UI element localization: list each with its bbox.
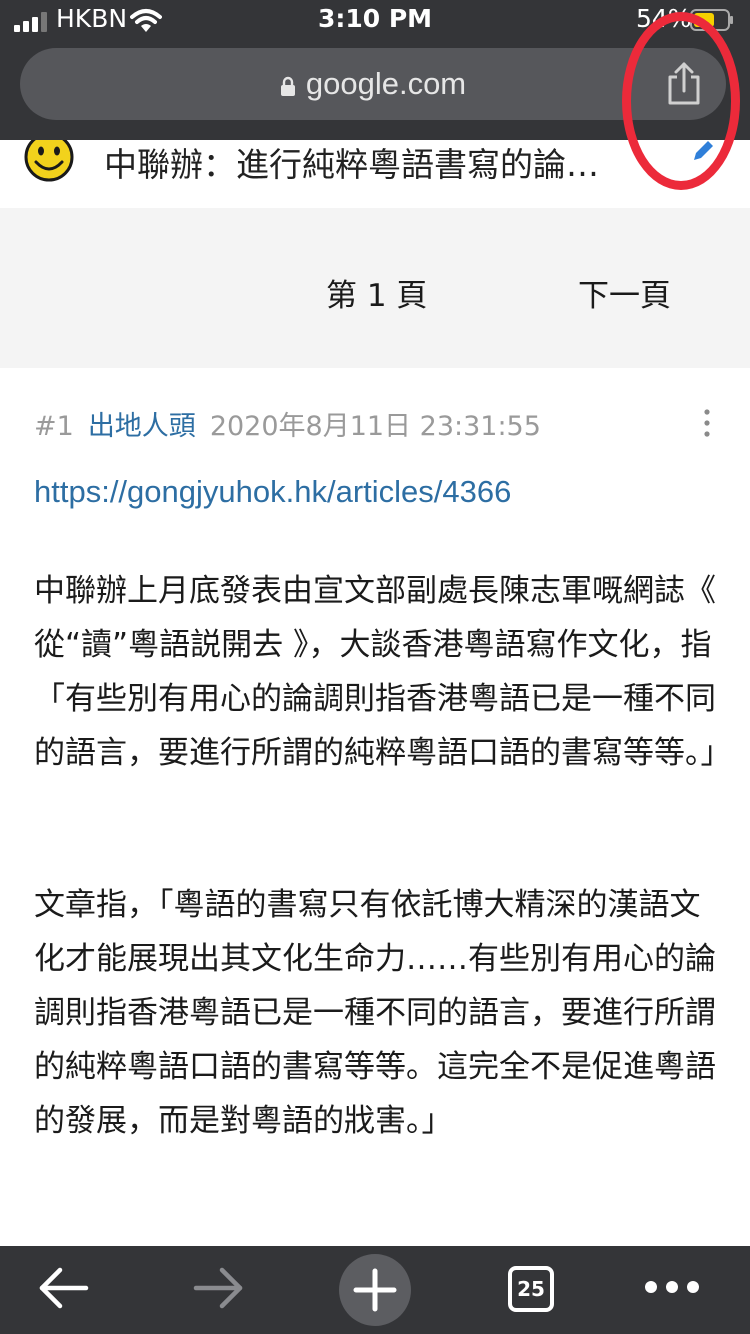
post-paragraph: 文章指，「粵語的書寫只有依託博大精深的漢語文化才能展現出其文化生命力……有些別有… — [34, 887, 716, 1139]
address-bar[interactable]: google.com — [20, 48, 726, 120]
edit-icon[interactable] — [690, 140, 714, 164]
more-options-icon[interactable] — [700, 408, 714, 438]
article-link[interactable]: https://gongjyuhok.hk/articles/4366 — [34, 474, 511, 510]
pagination: 第 1 頁 下一頁 — [0, 208, 750, 368]
tabs-button[interactable]: 25 — [508, 1266, 554, 1312]
post-number: #1 — [34, 411, 74, 442]
url-text: google.com — [305, 66, 467, 101]
post: #1 出地人頭 2020年8月11日 23:31:55 https://gongjy… — [0, 368, 750, 1246]
share-icon[interactable] — [666, 61, 702, 105]
page-title: 中聯辦：進行純粹粵語書寫的論… — [104, 145, 599, 184]
status-bar: HKBN 3:10 PM 54% — [0, 0, 750, 42]
lock-icon — [280, 76, 295, 96]
post-meta: #1 出地人頭 2020年8月11日 23:31:55 — [34, 404, 541, 443]
smiley-icon — [24, 140, 74, 182]
post-timestamp: 2020年8月11日 23:31:55 — [209, 411, 541, 442]
plus-icon — [353, 1268, 397, 1312]
new-tab-button[interactable] — [339, 1254, 411, 1326]
browser-top-bar: HKBN 3:10 PM 54% google.com — [0, 0, 750, 140]
forward-arrow-icon[interactable] — [192, 1266, 246, 1310]
post-author[interactable]: 出地人頭 — [88, 411, 196, 442]
current-page-label: 第 1 頁 — [326, 278, 428, 314]
battery-icon — [690, 9, 733, 31]
next-page-link[interactable]: 下一頁 — [578, 270, 671, 315]
back-arrow-icon[interactable] — [36, 1266, 90, 1310]
post-paragraph: 中聯辦上月底發表由宣文部副處長陳志軍嘅網誌《 從“讀”粵語説開去 》，大談香港粵… — [34, 573, 732, 771]
battery-percentage: 54% — [636, 4, 692, 33]
page-title-strip: 中聯辦：進行純粹粵語書寫的論… — [0, 140, 750, 208]
browser-toolbar: 25 — [0, 1246, 750, 1334]
more-icon[interactable] — [644, 1280, 700, 1294]
